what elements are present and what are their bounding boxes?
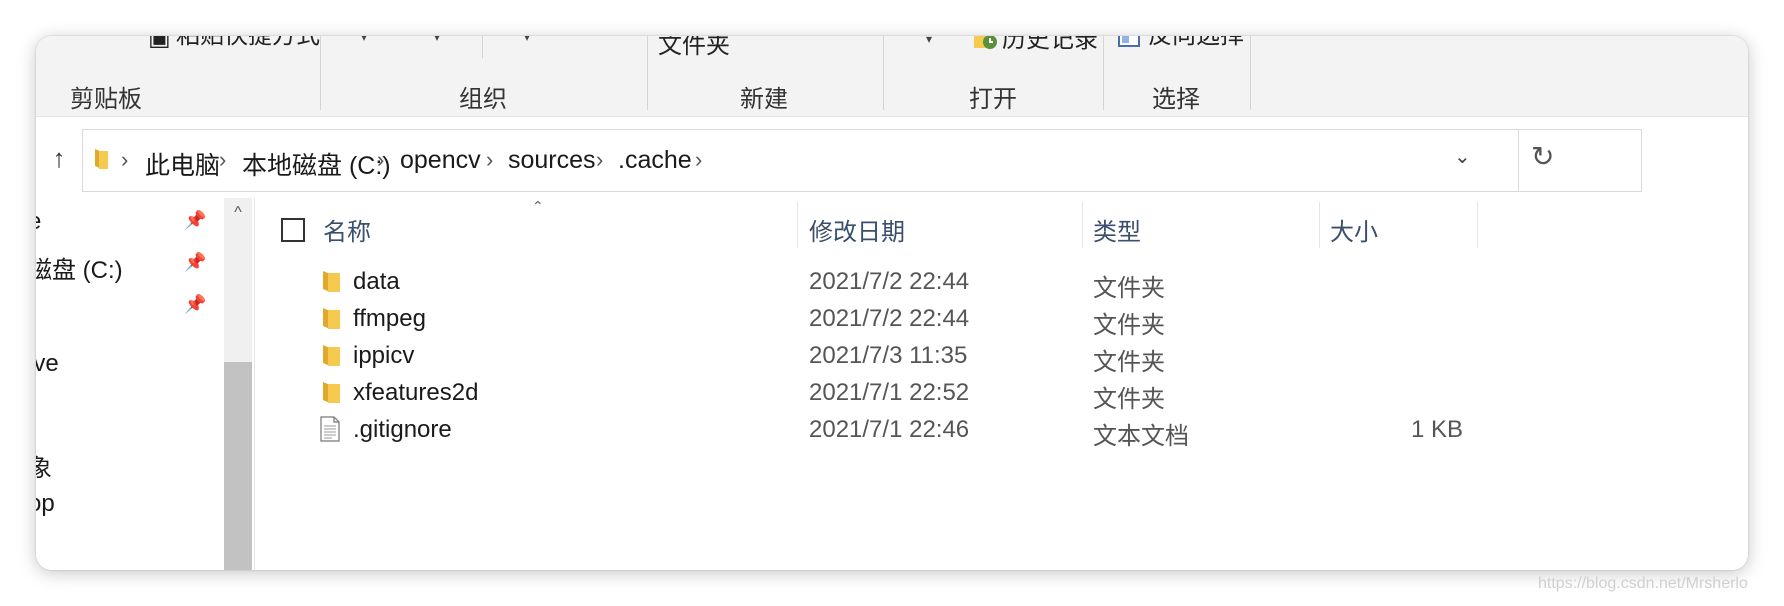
folder-icon — [323, 308, 340, 329]
new-folder-button[interactable]: 文件夹 — [658, 36, 730, 58]
breadcrumb-chevron-icon[interactable]: › — [596, 147, 603, 173]
explorer-window: ▣ 粘贴快捷方式 ▾ ▾ ▾ 文件夹 ▾ 历史记录 反向选择 剪贴板 组织 新建… — [36, 36, 1748, 570]
file-date: 2021/7/2 22:44 — [809, 268, 970, 295]
scroll-up-icon[interactable]: ^ — [224, 204, 252, 222]
ribbon-separator — [647, 36, 648, 110]
up-arrow-icon[interactable]: ↑ — [44, 143, 74, 173]
file-name: data — [353, 268, 400, 295]
breadcrumb-chevron-icon[interactable]: › — [219, 147, 226, 173]
file-type: 文件夹 — [1093, 275, 1165, 302]
group-new-label: 新建 — [740, 86, 788, 113]
group-open-label: 打开 — [969, 86, 1017, 113]
invert-selection-button[interactable]: 反向选择 — [1148, 36, 1244, 48]
file-type: 文件夹 — [1093, 312, 1165, 339]
ribbon: ▣ 粘贴快捷方式 ▾ ▾ ▾ 文件夹 ▾ 历史记录 反向选择 剪贴板 组织 新建… — [36, 36, 1748, 117]
file-date: 2021/7/1 22:52 — [809, 379, 970, 406]
pin-icon[interactable]: 📌 — [184, 294, 206, 315]
breadcrumb-chevron-icon[interactable]: › — [695, 147, 702, 173]
ribbon-separator — [883, 36, 884, 110]
breadcrumb-chevron-icon[interactable]: › — [486, 147, 493, 173]
sort-ascending-icon: ⌃ — [532, 198, 544, 214]
select-all-checkbox[interactable] — [281, 218, 305, 242]
ribbon-separator — [1103, 36, 1104, 110]
invert-selection-icon[interactable] — [1118, 36, 1142, 48]
pin-icon[interactable]: 📌 — [184, 210, 206, 231]
navigation-bar: ↑ › 此电脑 › 本地磁盘 (C:) › opencv › sources ›… — [36, 117, 1748, 197]
paste-shortcut-button[interactable]: 粘贴快捷方式 — [176, 36, 320, 48]
file-date: 2021/7/1 22:46 — [809, 416, 970, 443]
history-icon[interactable] — [972, 36, 1000, 54]
file-row-data[interactable]: data 2021/7/2 22:44 文件夹 — [255, 263, 1748, 302]
file-row-ippicv[interactable]: ippicv 2021/7/3 11:35 文件夹 — [255, 337, 1748, 376]
file-date: 2021/7/3 11:35 — [809, 342, 968, 369]
column-header-size[interactable]: 大小 — [1330, 212, 1378, 247]
file-type: 文本文档 — [1093, 423, 1189, 450]
file-name: ffmpeg — [353, 305, 426, 332]
nav-item[interactable]: 象 — [36, 448, 52, 483]
group-select-label: 选择 — [1152, 86, 1200, 113]
file-row-xfeatures2d[interactable]: xfeatures2d 2021/7/1 22:52 文件夹 — [255, 374, 1748, 413]
history-button[interactable]: 历史记录 — [1002, 36, 1098, 52]
folder-icon — [323, 382, 340, 403]
file-name: xfeatures2d — [353, 379, 479, 406]
paste-shortcut-icon[interactable]: ▣ — [148, 36, 171, 50]
nav-item[interactable]: op — [36, 490, 55, 518]
nav-item[interactable]: e — [36, 208, 41, 236]
chevron-down-icon[interactable]: ⌄ — [1454, 144, 1471, 169]
folder-icon — [95, 149, 108, 169]
breadcrumb-chevron-icon[interactable]: › — [121, 147, 128, 173]
column-header-name[interactable]: 名称 — [323, 212, 371, 247]
column-header-date[interactable]: 修改日期 — [809, 212, 905, 247]
file-type: 文件夹 — [1093, 386, 1165, 413]
address-bar[interactable]: › 此电脑 › 本地磁盘 (C:) › opencv › sources › .… — [82, 129, 1642, 192]
watermark-text: https://blog.csdn.net/Mrsherlo — [1538, 575, 1748, 592]
navigation-pane: e 📌 磁盘 (C:) 📌 📌 ive 象 op ^ — [36, 198, 254, 570]
scrollbar-thumb[interactable] — [224, 362, 252, 570]
pin-icon[interactable]: 📌 — [184, 252, 206, 273]
column-separator[interactable] — [797, 202, 798, 248]
copy-to-dropdown-icon[interactable]: ▾ — [434, 36, 440, 44]
column-separator[interactable] — [1082, 202, 1083, 248]
ribbon-separator — [320, 36, 321, 110]
text-file-icon — [320, 416, 340, 442]
column-separator[interactable] — [1319, 202, 1320, 248]
column-header-type[interactable]: 类型 — [1093, 212, 1141, 247]
breadcrumb-opencv[interactable]: opencv — [400, 146, 481, 175]
file-name: ippicv — [353, 342, 415, 369]
nav-scrollbar[interactable]: ^ — [224, 198, 252, 570]
file-type: 文件夹 — [1093, 349, 1165, 376]
file-name: .gitignore — [353, 416, 452, 443]
nav-item-local-disk[interactable]: 磁盘 (C:) — [36, 250, 123, 285]
breadcrumb-this-pc[interactable]: 此电脑 — [145, 146, 220, 182]
ribbon-mini-separator — [482, 36, 483, 58]
breadcrumb-cache[interactable]: .cache — [618, 146, 692, 175]
move-to-dropdown-icon[interactable]: ▾ — [361, 36, 367, 44]
column-separator[interactable] — [1477, 202, 1478, 248]
folder-icon — [323, 345, 340, 366]
breadcrumb-chevron-icon[interactable]: › — [377, 147, 384, 173]
nav-item[interactable]: ive — [36, 350, 59, 378]
refresh-icon[interactable]: ↻ — [1531, 140, 1554, 173]
breadcrumb-local-disk[interactable]: 本地磁盘 (C:) — [242, 146, 391, 182]
rename-dropdown-icon[interactable]: ▾ — [524, 36, 530, 44]
file-row-ffmpeg[interactable]: ffmpeg 2021/7/2 22:44 文件夹 — [255, 300, 1748, 339]
file-date: 2021/7/2 22:44 — [809, 305, 970, 332]
folder-icon — [323, 271, 340, 292]
properties-dropdown-icon[interactable]: ▾ — [926, 36, 932, 46]
file-row-gitignore[interactable]: .gitignore 2021/7/1 22:46 文本文档 1 KB — [255, 411, 1748, 450]
ribbon-separator — [1250, 36, 1251, 110]
group-clipboard-label: 剪贴板 — [70, 86, 142, 113]
file-size: 1 KB — [1410, 416, 1463, 443]
address-divider — [1518, 130, 1519, 191]
group-organize-label: 组织 — [459, 86, 507, 113]
file-list: ⌃ 名称 修改日期 类型 大小 data 2021/7/2 22:44 文件夹 … — [255, 198, 1748, 570]
breadcrumb-sources[interactable]: sources — [508, 146, 596, 175]
